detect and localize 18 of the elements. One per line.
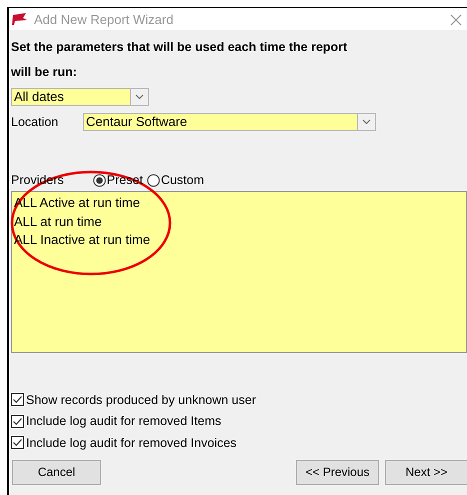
close-icon[interactable] <box>450 14 462 26</box>
caret-icon <box>130 89 148 105</box>
window-title: Add New Report Wizard <box>34 12 174 26</box>
option-checkbox[interactable]: Include log audit for removed Invoices <box>11 432 467 454</box>
cancel-button[interactable]: Cancel <box>12 460 101 484</box>
previous-button[interactable]: << Previous <box>296 460 379 484</box>
next-button[interactable]: Next >> <box>385 460 467 484</box>
instruction-text: Set the parameters that will be used each time the report <box>11 38 348 56</box>
location-dropdown[interactable]: Centaur Software <box>83 113 376 131</box>
date-range-dropdown[interactable]: All dates <box>11 88 149 106</box>
option-checkbox[interactable]: Include log audit for removed Items <box>11 410 467 432</box>
instruction-text: will be run: <box>11 64 78 80</box>
provider-list-item[interactable]: ALL at run time <box>14 212 102 231</box>
caret-icon <box>357 114 375 130</box>
provider-radio[interactable]: Custom <box>146 173 204 187</box>
app-logo-icon <box>12 13 28 25</box>
location-label: Location <box>11 115 60 129</box>
option-checkbox[interactable]: Show records produced by unknown user <box>11 389 467 410</box>
